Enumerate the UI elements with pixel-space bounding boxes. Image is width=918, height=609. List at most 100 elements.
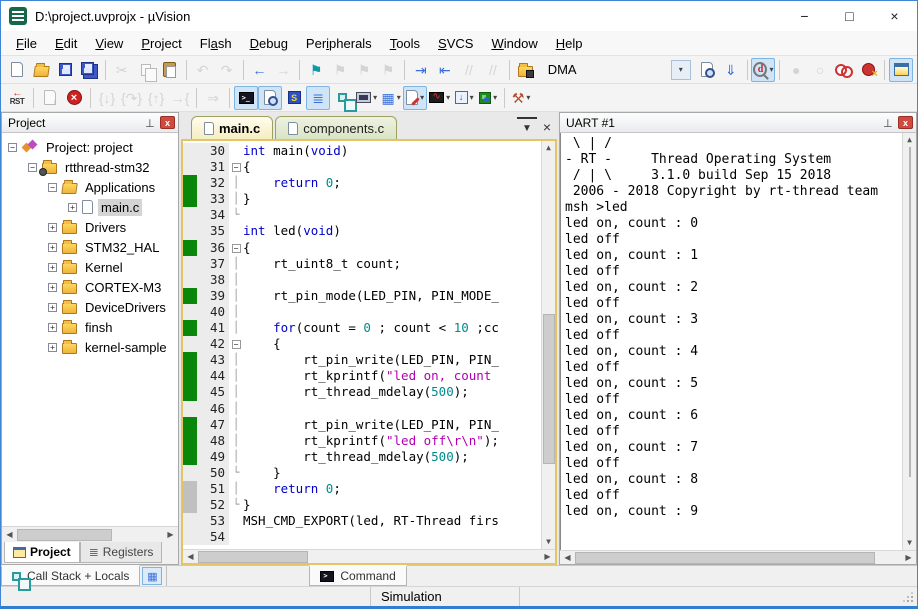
menu-debug[interactable]: Debug — [241, 33, 297, 54]
dropdown-arrow-icon[interactable]: ▾ — [397, 93, 401, 102]
tree-item-cortex-m3[interactable]: +CORTEX-M3 — [2, 277, 178, 297]
scroll-right-icon[interactable]: ▶ — [901, 551, 916, 565]
menu-svcs[interactable]: SVCS — [429, 33, 482, 54]
memory-windows-icon[interactable]: ▦▾ — [379, 86, 403, 110]
project-hscrollbar[interactable]: ◀ ▶ — [2, 526, 178, 542]
dropdown-arrow-icon[interactable]: ▾ — [470, 93, 474, 102]
menu-view[interactable]: View — [86, 33, 132, 54]
paste-icon[interactable] — [158, 58, 182, 82]
serial-windows-icon[interactable]: ▾ — [403, 86, 427, 110]
kill-all-breakpoints-icon[interactable] — [856, 58, 880, 82]
enable-breakpoint-icon[interactable]: ○ — [808, 58, 832, 82]
tree-item-kernel-sample[interactable]: +kernel-sample — [2, 337, 178, 357]
reset-icon[interactable]: RST — [5, 86, 29, 110]
menu-flash[interactable]: Flash — [191, 33, 241, 54]
registers-window-icon[interactable]: ≣ — [306, 86, 330, 110]
load-application-icon[interactable] — [514, 58, 538, 82]
fold-margin[interactable]: − — [229, 336, 243, 352]
show-next-statement-icon[interactable]: ⇒ — [201, 86, 225, 110]
tree-expander-icon[interactable]: − — [8, 143, 17, 152]
prev-bookmark-icon[interactable]: ⚑ — [352, 58, 376, 82]
configure-target-icon[interactable] — [889, 58, 913, 82]
close-document-icon[interactable]: × — [537, 117, 557, 137]
minimize-button[interactable]: − — [782, 1, 827, 31]
scroll-up-icon[interactable]: ▲ — [902, 133, 916, 147]
uart-vscrollbar[interactable]: ▲ ▼ — [902, 133, 916, 550]
open-file-icon[interactable] — [29, 58, 53, 82]
editor-hscrollbar[interactable]: ◀ ▶ — [183, 549, 555, 563]
stop-icon[interactable] — [62, 86, 86, 110]
run-to-cursor-icon[interactable]: →{ — [168, 86, 192, 110]
tree-expander-icon[interactable]: + — [48, 343, 57, 352]
new-file-icon[interactable] — [5, 58, 29, 82]
fold-margin[interactable]: − — [229, 159, 243, 175]
toolbox-icon[interactable]: ⚒▾ — [509, 86, 533, 110]
target-combobox[interactable]: DMA▾ — [542, 59, 691, 81]
dropdown-arrow-icon[interactable]: ▾ — [493, 93, 497, 102]
callstack-locals-tab[interactable]: Call Stack + Locals — [1, 565, 140, 586]
scroll-thumb[interactable] — [543, 314, 555, 464]
tree-expander-icon[interactable]: + — [48, 263, 57, 272]
navigate-forward-icon[interactable]: → — [271, 58, 295, 82]
indent-left-icon[interactable]: ⇤ — [433, 58, 457, 82]
tree-expander-icon[interactable]: − — [48, 183, 57, 192]
scroll-up-icon[interactable]: ▲ — [541, 141, 555, 155]
save-all-icon[interactable] — [77, 58, 101, 82]
callstack-window-icon[interactable] — [330, 86, 354, 110]
menu-peripherals[interactable]: Peripherals — [297, 33, 381, 54]
tree-item-kernel[interactable]: +Kernel — [2, 257, 178, 277]
insert-breakpoint-icon[interactable]: ● — [784, 58, 808, 82]
tree-item-main-c[interactable]: +main.c — [2, 197, 178, 217]
tree-item-devicedrivers[interactable]: +DeviceDrivers — [2, 297, 178, 317]
tree-expander-icon[interactable]: + — [48, 323, 57, 332]
command-tab[interactable]: Command — [309, 565, 406, 586]
find-icon[interactable]: d▾ — [751, 58, 775, 82]
scroll-left-icon[interactable]: ◀ — [560, 551, 575, 565]
next-bookmark-icon[interactable]: ⚑ — [328, 58, 352, 82]
dropdown-arrow-icon[interactable]: ▾ — [420, 93, 424, 102]
tab-project[interactable]: Project — [4, 542, 80, 563]
tree-item-drivers[interactable]: +Drivers — [2, 217, 178, 237]
scroll-left-icon[interactable]: ◀ — [2, 528, 17, 542]
dropdown-arrow-icon[interactable]: ▾ — [373, 93, 377, 102]
dropdown-arrow-icon[interactable]: ▾ — [446, 93, 450, 102]
step-out-icon[interactable]: {↑} — [144, 86, 168, 110]
clear-bookmarks-icon[interactable]: ⚑ — [376, 58, 400, 82]
analysis-windows-icon[interactable]: ▾ — [427, 86, 452, 110]
step-over-icon[interactable]: {↷} — [119, 86, 144, 110]
maximize-button[interactable]: □ — [827, 1, 872, 31]
tree-expander-icon[interactable]: + — [48, 223, 57, 232]
editor-vscrollbar[interactable]: ▲ ▼ — [541, 141, 555, 549]
editor-tab-main-c[interactable]: main.c — [191, 116, 273, 139]
uart-terminal[interactable]: \ | /- RT - Thread Operating System / | … — [560, 133, 916, 550]
tree-expander-icon[interactable]: + — [68, 203, 77, 212]
uncomment-icon[interactable]: // — [481, 58, 505, 82]
indent-right-icon[interactable]: ⇥ — [409, 58, 433, 82]
system-viewer-icon[interactable]: ▾ — [476, 86, 500, 110]
resize-grip-icon[interactable] — [901, 590, 915, 604]
command-window-icon[interactable] — [234, 86, 258, 110]
tab-registers[interactable]: ≣Registers — [80, 542, 163, 563]
window-list-icon[interactable]: ▼ — [517, 117, 537, 137]
find-in-files-icon[interactable] — [695, 58, 719, 82]
uart-hscrollbar[interactable]: ◀ ▶ — [560, 550, 916, 564]
pin-icon[interactable]: ⊣ — [143, 116, 157, 130]
tree-item-rtthread-stm32[interactable]: −rtthread-stm32 — [2, 157, 178, 177]
scroll-thumb[interactable] — [198, 551, 308, 563]
menu-edit[interactable]: Edit — [46, 33, 86, 54]
pin-icon[interactable]: ⊣ — [881, 116, 895, 130]
code-area[interactable]: 30int main(void)31−{32│ return 0;33│}34└… — [183, 141, 555, 549]
tree-expander-icon[interactable]: − — [28, 163, 37, 172]
tree-item-project-project[interactable]: −Project: project — [2, 137, 178, 157]
tree-expander-icon[interactable]: + — [48, 283, 57, 292]
tree-expander-icon[interactable]: + — [48, 243, 57, 252]
symbol-window-icon[interactable] — [282, 86, 306, 110]
scroll-down-icon[interactable]: ▼ — [541, 535, 555, 549]
incremental-find-icon[interactable]: ⇓ — [719, 58, 743, 82]
scroll-thumb[interactable] — [575, 552, 875, 564]
run-icon[interactable] — [38, 86, 62, 110]
scroll-down-icon[interactable]: ▼ — [902, 536, 916, 550]
menu-tools[interactable]: Tools — [381, 33, 429, 54]
tree-item-applications[interactable]: −Applications — [2, 177, 178, 197]
menu-help[interactable]: Help — [547, 33, 592, 54]
